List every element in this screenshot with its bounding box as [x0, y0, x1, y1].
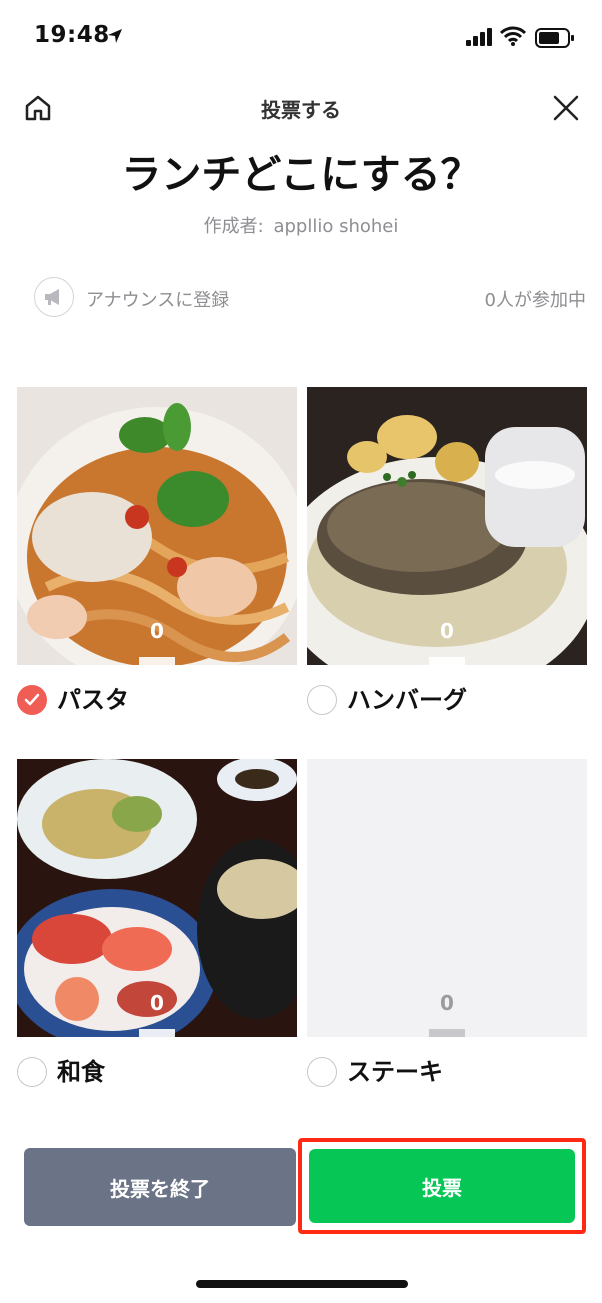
announce-register-link[interactable]: アナウンスに登録 — [86, 286, 229, 312]
vote-button[interactable]: 投票 — [309, 1149, 575, 1223]
option-vote-count: 0 — [440, 991, 454, 1015]
home-indicator — [196, 1280, 408, 1288]
close-button[interactable] — [548, 90, 584, 126]
option-vote-bar — [429, 657, 465, 665]
empty-image-placeholder[interactable]: 0 — [307, 759, 587, 1037]
pasta-photo[interactable]: 0 — [17, 387, 297, 665]
check-icon — [24, 693, 40, 706]
participants-count: 0人が参加中 — [484, 290, 586, 311]
option-label[interactable]: 和食 — [57, 1057, 105, 1087]
creator-line: 作成者: appllio shohei — [0, 212, 602, 238]
close-icon — [553, 95, 579, 121]
option-label[interactable]: ステーキ — [347, 1057, 443, 1087]
option-radio-checked[interactable] — [17, 685, 47, 715]
poll-title: ランチどこにする？ — [121, 152, 481, 198]
location-arrow-icon — [106, 27, 124, 49]
option-vote-bar — [139, 1029, 175, 1037]
status-time: 19:48 — [34, 22, 110, 48]
option-radio[interactable] — [307, 1057, 337, 1087]
wifi-icon — [499, 26, 527, 50]
option-radio[interactable] — [307, 685, 337, 715]
megaphone-icon[interactable] — [34, 277, 74, 317]
option-vote-count: 0 — [150, 619, 164, 643]
vote-button-highlight: 投票 — [298, 1138, 586, 1234]
nav-header: 投票する — [0, 80, 602, 136]
page-title: 投票する — [261, 98, 341, 122]
battery-icon — [535, 28, 575, 52]
announce-row: アナウンスに登録 0人が参加中 — [34, 277, 586, 317]
creator-name: appllio shohei — [273, 216, 399, 237]
end-poll-button[interactable]: 投票を終了 — [24, 1148, 296, 1226]
option-vote-count: 0 — [440, 619, 454, 643]
option-label[interactable]: ハンバーグ — [347, 685, 467, 715]
status-bar: 19:48 — [0, 0, 602, 74]
option-vote-count: 0 — [150, 991, 164, 1015]
option-vote-bar — [429, 1029, 465, 1037]
creator-label: 作成者: — [203, 216, 264, 237]
signal-icon — [466, 28, 494, 50]
hamburg-steak-photo[interactable]: 0 — [307, 387, 587, 665]
option-label[interactable]: パスタ — [57, 685, 129, 715]
option-radio[interactable] — [17, 1057, 47, 1087]
option-vote-bar — [139, 657, 175, 665]
japanese-meal-photo[interactable]: 0 — [17, 759, 297, 1037]
